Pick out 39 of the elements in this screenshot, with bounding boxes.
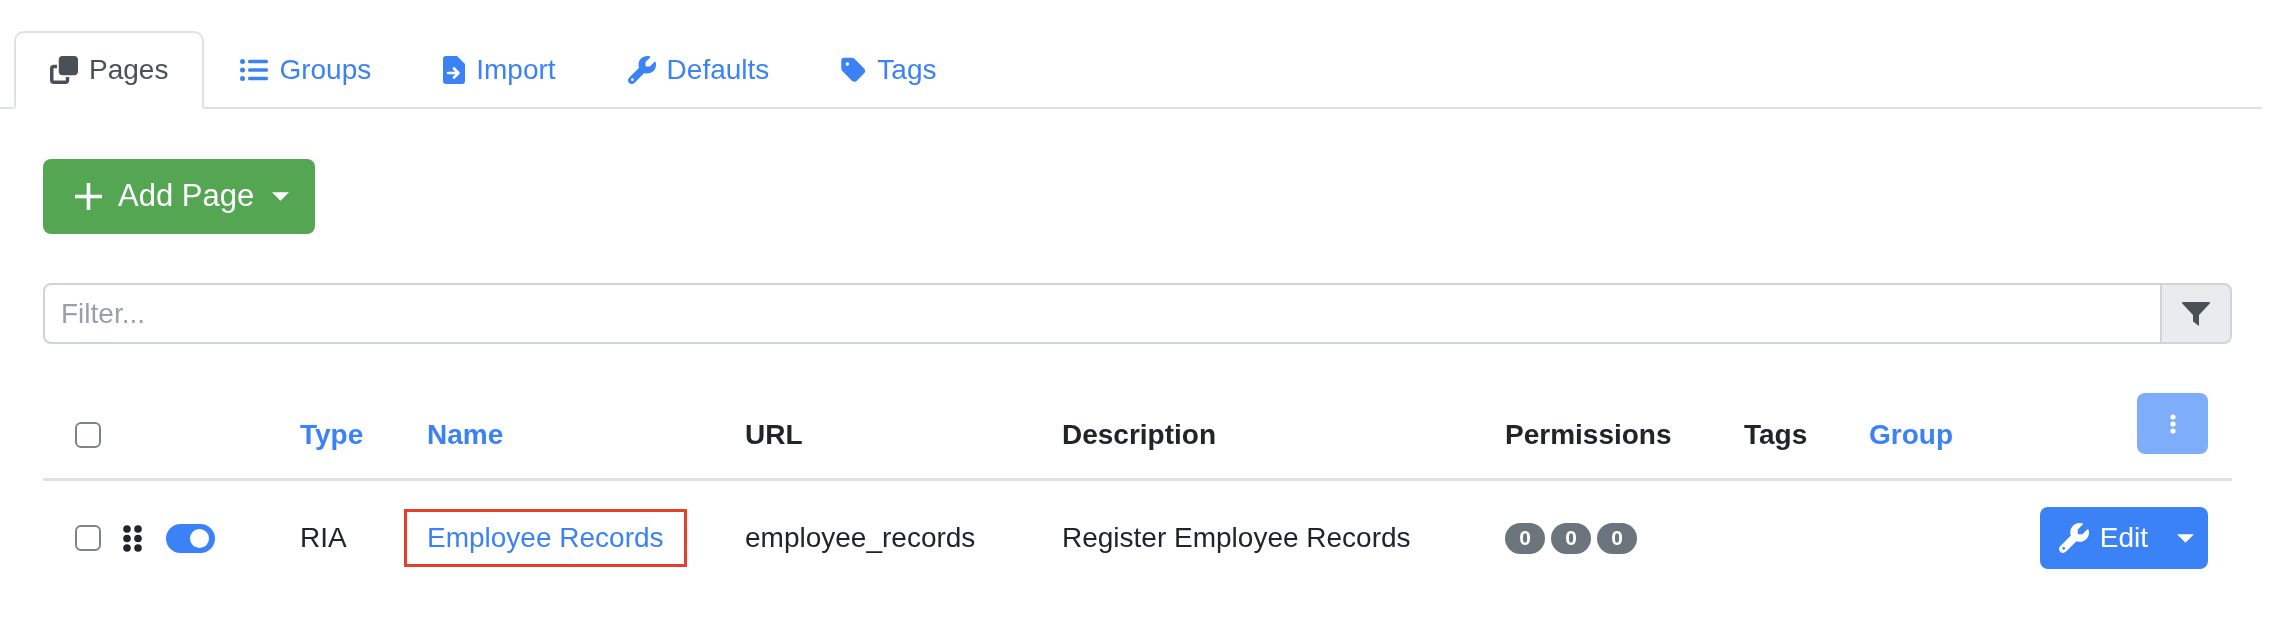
tag-icon xyxy=(841,56,867,84)
toggle-switch[interactable] xyxy=(166,523,215,553)
table-cell: Register Employee Records xyxy=(1062,522,1411,553)
column-header[interactable]: Name xyxy=(427,414,504,456)
table-cell: employee_records xyxy=(745,522,976,553)
clone-icon xyxy=(50,56,78,84)
tab[interactable]: Defaults xyxy=(591,31,806,109)
dropdown-toggle-button[interactable] xyxy=(2163,507,2208,569)
drag-handle-icon[interactable] xyxy=(123,524,142,552)
plus-icon xyxy=(75,183,102,210)
caret-icon xyxy=(272,192,290,201)
count-badge: 0 xyxy=(1551,522,1591,554)
select-all-checkbox[interactable] xyxy=(75,422,101,448)
tab[interactable]: Import xyxy=(407,31,592,109)
column-header: Description xyxy=(1062,418,1217,452)
count-badge: 0 xyxy=(1597,522,1637,554)
filter-icon xyxy=(2182,301,2210,326)
column-header: Permissions xyxy=(1505,418,1672,452)
count-badge: 0 xyxy=(1505,522,1545,554)
wrench-icon xyxy=(627,56,656,84)
edit-button[interactable]: Edit xyxy=(2039,507,2163,569)
tab[interactable]: Tags xyxy=(805,31,973,109)
file-arrow-icon xyxy=(443,56,466,84)
page-name-link[interactable]: Employee Records xyxy=(404,509,687,567)
vertical-dots-icon xyxy=(2169,413,2176,434)
tab[interactable]: Pages xyxy=(14,31,205,109)
table-cell: RIA xyxy=(300,522,347,553)
add-page-button[interactable]: Add Page xyxy=(43,159,316,234)
column-header: URL xyxy=(745,418,803,452)
filter-field[interactable]: Filter... xyxy=(43,283,2162,344)
filter-button[interactable] xyxy=(2162,283,2232,344)
wrench-icon xyxy=(2058,523,2089,553)
column-header: Tags xyxy=(1744,418,1808,452)
caret-icon xyxy=(2177,533,2194,543)
row-checkbox[interactable] xyxy=(75,525,101,551)
tab[interactable]: Groups xyxy=(204,31,408,109)
column-header[interactable]: Type xyxy=(300,414,364,456)
list-icon xyxy=(240,58,269,82)
column-header[interactable]: Group xyxy=(1869,414,1953,456)
